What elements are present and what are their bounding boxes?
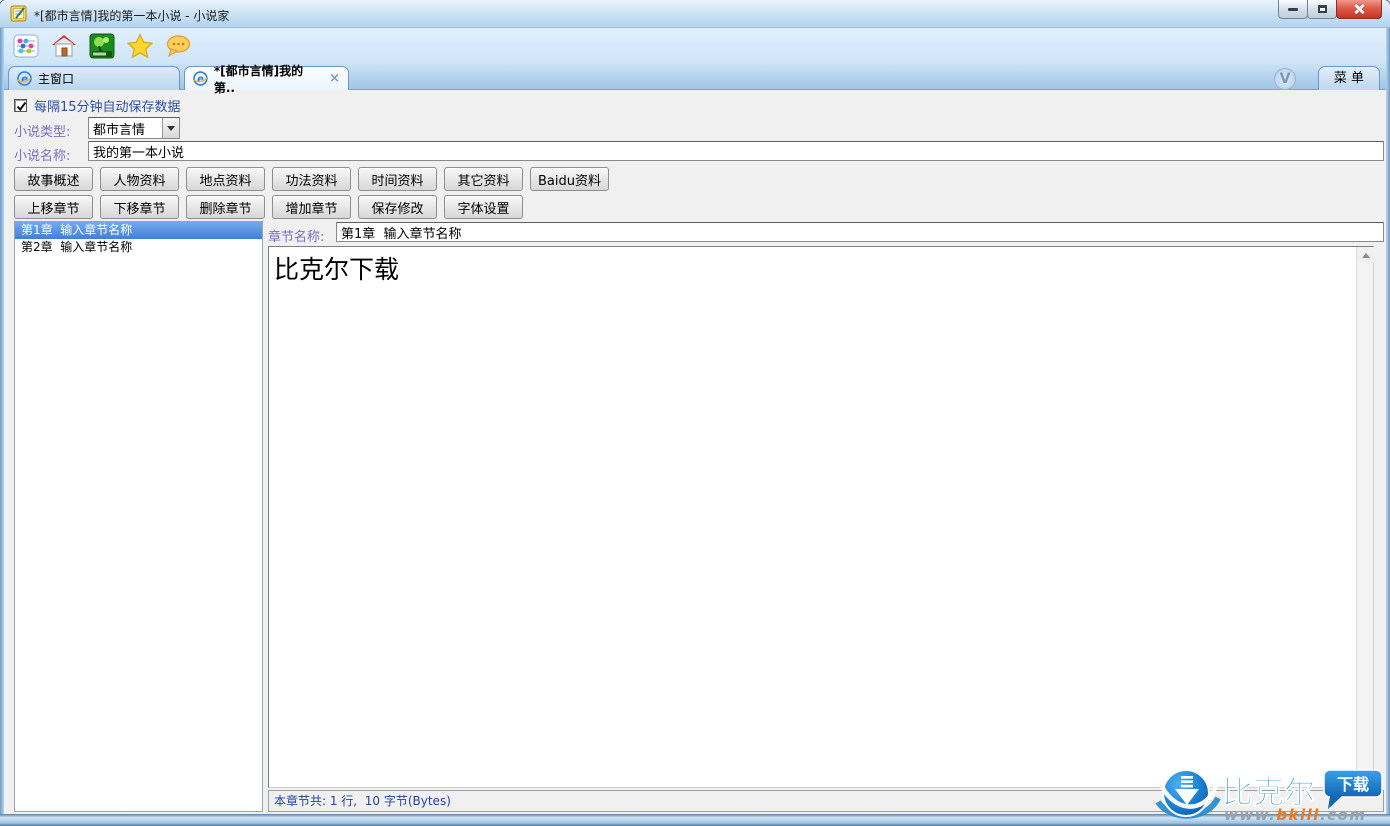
check-icon (16, 101, 27, 112)
window-controls (1278, 0, 1382, 19)
download-badge: 下载 (1323, 769, 1383, 809)
app-window: *[都市言情]我的第一本小说 - 小说家 e 主窗口 e *[都市言情]我的第.… (0, 0, 1390, 826)
ie-icon: e (17, 71, 32, 86)
novel-name-input[interactable] (88, 141, 1384, 161)
delete-chapter-button[interactable]: 删除章节 (186, 195, 265, 219)
add-chapter-button[interactable]: 增加章节 (272, 195, 351, 219)
chevron-down-icon (167, 125, 175, 131)
notepad-pen-icon (10, 5, 27, 22)
chapter-name-label: 章节名称: (268, 230, 325, 245)
menu-tab[interactable]: 菜 单 (1318, 66, 1380, 90)
close-button[interactable] (1336, 0, 1382, 19)
save-changes-button[interactable]: 保存修改 (358, 195, 437, 219)
maximize-button[interactable] (1307, 0, 1337, 19)
chapter-list-item[interactable]: 第2章 输入章节名称 (15, 239, 262, 256)
chapter-name-input[interactable] (336, 222, 1384, 242)
svg-text:e: e (21, 74, 28, 85)
novel-type-value: 都市言情 (93, 122, 146, 138)
chapter-button-row: 上移章节 下移章节 删除章节 增加章节 保存修改 字体设置 (14, 195, 523, 219)
info-button-row: 故事概述 人物资料 地点资料 功法资料 时间资料 其它资料 Baidu资料 (14, 167, 609, 191)
dropdown-arrow-button[interactable] (162, 118, 179, 138)
skill-info-button[interactable]: 功法资料 (272, 167, 351, 191)
ie-icon: e (193, 71, 208, 86)
svg-text:e: e (197, 74, 204, 85)
star-favorite-icon[interactable] (126, 33, 153, 60)
chapter-list-item[interactable]: 第1章 输入章节名称 (15, 222, 262, 239)
main-toolbar (4, 28, 1386, 64)
autosave-label: 每隔15分钟自动保存数据 (34, 100, 181, 115)
minimize-button[interactable] (1278, 0, 1308, 19)
url-text: www.bkill.com (1224, 806, 1366, 822)
window-border-right (1386, 28, 1390, 826)
chapter-list: 第1章 输入章节名称 第2章 输入章节名称 (14, 221, 263, 812)
home-icon[interactable] (50, 33, 77, 60)
minimize-icon (1288, 7, 1298, 11)
maximize-icon (1317, 5, 1327, 13)
location-info-button[interactable]: 地点资料 (186, 167, 265, 191)
window-border-left (0, 28, 4, 826)
chapter-editor: 比克尔下载 (268, 246, 1374, 788)
font-settings-button[interactable]: 字体设置 (444, 195, 523, 219)
comment-bubble-icon[interactable] (164, 33, 191, 60)
scroll-up-button[interactable] (1357, 247, 1374, 263)
close-icon (1353, 3, 1365, 15)
tab-novel-document[interactable]: e *[都市言情]我的第.. × (184, 64, 349, 95)
tab-close-icon[interactable]: × (329, 71, 340, 86)
window-title: *[都市言情]我的第一本小说 - 小说家 (34, 9, 230, 23)
novel-name-label: 小说名称: (14, 149, 71, 164)
triangle-up-icon (1361, 252, 1370, 258)
tab-main-window[interactable]: e 主窗口 (8, 66, 180, 90)
tree-game-icon[interactable] (88, 33, 115, 60)
character-info-button[interactable]: 人物资料 (100, 167, 179, 191)
autosave-checkbox[interactable] (14, 99, 27, 112)
time-info-button[interactable]: 时间资料 (358, 167, 437, 191)
editor-scrollbar[interactable] (1356, 247, 1374, 787)
abacus-icon[interactable] (12, 33, 39, 60)
other-info-button[interactable]: 其它资料 (444, 167, 523, 191)
content-area: 每隔15分钟自动保存数据 小说类型: 都市言情 小说名称: 故事概述 人物资料 … (4, 90, 1386, 814)
tab-dropdown-button[interactable]: V (1274, 68, 1296, 90)
baidu-info-button[interactable]: Baidu资料 (530, 167, 609, 191)
tab-label: *[都市言情]我的第.. (213, 63, 304, 95)
move-chapter-up-button[interactable]: 上移章节 (14, 195, 93, 219)
novel-type-label: 小说类型: (14, 125, 71, 140)
title-bar[interactable]: *[都市言情]我的第一本小说 - 小说家 (0, 0, 1390, 28)
tab-label: 主窗口 (38, 72, 75, 86)
move-chapter-down-button[interactable]: 下移章节 (100, 195, 179, 219)
novel-type-dropdown[interactable]: 都市言情 (88, 117, 180, 139)
tab-bar: e 主窗口 e *[都市言情]我的第.. × V 菜 单 (4, 64, 1386, 95)
editor-text[interactable]: 比克尔下载 (274, 250, 1351, 286)
story-summary-button[interactable]: 故事概述 (14, 167, 93, 191)
autosave-row: 每隔15分钟自动保存数据 (14, 96, 181, 115)
badge-text: 下载 (1337, 775, 1369, 794)
bkill-watermark-logo: 比克尔 下载 www.bkill.com (1155, 769, 1383, 822)
